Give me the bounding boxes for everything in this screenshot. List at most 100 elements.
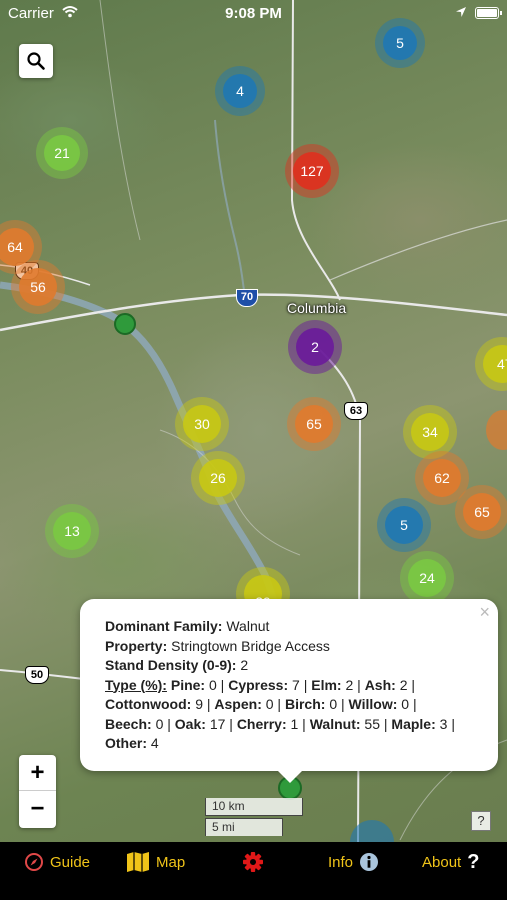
tab-about[interactable]: About ? — [422, 848, 485, 876]
tab-guide[interactable]: Guide — [24, 848, 90, 876]
zoom-control: + − — [19, 755, 56, 828]
map-cluster-marker[interactable]: 13 — [45, 504, 99, 558]
cluster-count: 4 — [223, 74, 257, 108]
cluster-count: 30 — [183, 405, 221, 443]
compass-icon — [24, 852, 44, 872]
marker-info-popup: × Dominant Family: Walnut Property: Stri… — [80, 599, 498, 783]
type-value: 2 — [399, 676, 408, 693]
search-button[interactable] — [19, 44, 53, 78]
type-name: Oak: — [174, 715, 206, 732]
density-label: Stand Density (0-9): — [105, 657, 237, 673]
dominant-family-value: Walnut — [226, 618, 270, 634]
battery-icon — [475, 7, 502, 19]
type-name: Cottonwood: — [105, 696, 192, 712]
map-cluster-marker[interactable]: 56 — [11, 260, 65, 314]
zoom-out-button[interactable]: − — [19, 791, 56, 827]
map-cluster-marker[interactable]: 127 — [285, 144, 339, 198]
tab-bar: Guide Map Info About ? — [0, 842, 507, 900]
property-value: Stringtown Bridge Access — [171, 637, 330, 654]
type-value: 0 — [155, 715, 164, 732]
cluster-count: 5 — [383, 26, 417, 60]
type-value: 0 — [329, 696, 338, 712]
map-point-marker[interactable] — [114, 313, 136, 335]
density-row: Stand Density (0-9): 2 — [105, 656, 480, 676]
type-value: 0 — [208, 676, 217, 693]
type-name: Cypress: — [228, 676, 289, 693]
cluster-count: 5 — [385, 506, 423, 544]
type-value: 55 — [364, 715, 380, 732]
type-value: 0 — [265, 696, 274, 712]
type-name: Ash: — [364, 676, 396, 693]
map-cluster-marker[interactable]: 21 — [36, 127, 88, 179]
property-label: Property: — [105, 637, 168, 654]
map-cluster-marker[interactable]: 24 — [400, 551, 454, 605]
tab-info[interactable]: Info — [328, 848, 385, 876]
type-name: Aspen: — [214, 696, 262, 712]
density-value: 2 — [240, 657, 249, 673]
type-value: 4 — [150, 735, 159, 751]
cluster-count: 34 — [411, 413, 449, 451]
cluster-count: 65 — [295, 405, 333, 443]
type-name: Walnut: — [309, 715, 361, 732]
search-icon — [27, 52, 45, 70]
type-label: Type (%): — [105, 676, 167, 693]
info-icon — [359, 852, 379, 872]
tab-label: About — [422, 853, 462, 871]
type-value: 0 — [401, 696, 410, 712]
type-value: 1 — [290, 715, 299, 732]
map-cluster-marker[interactable]: 30 — [175, 397, 229, 451]
map-icon — [126, 851, 150, 873]
type-name: Pine: — [170, 676, 206, 693]
close-popup-button[interactable]: × — [479, 602, 490, 623]
map-help-button[interactable]: ? — [471, 811, 491, 831]
cluster-count: 13 — [53, 512, 91, 550]
cluster-count: 65 — [463, 493, 501, 531]
location-arrow-icon — [455, 5, 467, 22]
tab-map[interactable]: Map — [126, 848, 185, 876]
cluster-count: 56 — [19, 268, 57, 306]
type-value: 9 — [195, 696, 203, 712]
map-cluster-marker[interactable]: 26 — [191, 451, 245, 505]
map-cluster-marker[interactable]: 65 — [287, 397, 341, 451]
scale-bar-mi: 5 mi — [205, 818, 283, 836]
tab-label: Map — [156, 853, 186, 871]
question-icon: ? — [467, 850, 480, 873]
cluster-count: 2 — [296, 328, 334, 366]
type-name: Willow: — [348, 696, 398, 712]
map-cluster-marker[interactable]: 34 — [403, 405, 457, 459]
tab-label: Guide — [50, 853, 91, 871]
us-route-shield: 50 — [25, 666, 49, 684]
map-view[interactable]: Columbia 70 63 40 50 5 4 21 127 64 56 2 … — [0, 0, 507, 842]
cluster-count: 127 — [293, 152, 331, 190]
map-cluster-marker[interactable]: 2 — [288, 320, 342, 374]
type-name: Beech: — [105, 715, 152, 732]
cluster-count: 24 — [408, 559, 446, 597]
cluster-count: 47 — [483, 345, 507, 383]
cluster-count: 26 — [199, 459, 237, 497]
type-name: Other: — [105, 735, 147, 751]
city-label: Columbia — [287, 300, 347, 316]
cluster-count: 21 — [44, 135, 80, 171]
us-route-shield: 63 — [344, 402, 368, 420]
clock: 9:08 PM — [225, 5, 282, 22]
cluster-count: 62 — [423, 459, 461, 497]
gear-icon — [242, 851, 264, 873]
dominant-family-label: Dominant Family: — [105, 618, 223, 634]
interstate-shield: 70 — [236, 289, 258, 307]
zoom-in-button[interactable]: + — [19, 755, 56, 791]
type-value: 2 — [345, 676, 354, 693]
map-cluster-marker[interactable]: 5 — [377, 498, 431, 552]
property-row: Property: Stringtown Bridge Access — [105, 637, 480, 657]
status-bar: Carrier 9:08 PM — [0, 0, 507, 28]
tab-label: Info — [328, 853, 354, 871]
type-breakdown: Type (%): Pine: 0 | Cypress: 7 | Elm: 2 … — [105, 676, 455, 752]
type-value: 7 — [292, 676, 300, 693]
type-value: 17 — [209, 715, 226, 732]
tab-settings[interactable] — [242, 848, 270, 876]
type-value: 3 — [439, 715, 448, 732]
map-cluster-marker[interactable]: 65 — [455, 485, 507, 539]
type-name: Maple: — [391, 715, 436, 732]
popup-tail — [278, 771, 302, 783]
type-name: Cherry: — [236, 715, 287, 732]
map-cluster-marker[interactable]: 4 — [215, 66, 265, 116]
